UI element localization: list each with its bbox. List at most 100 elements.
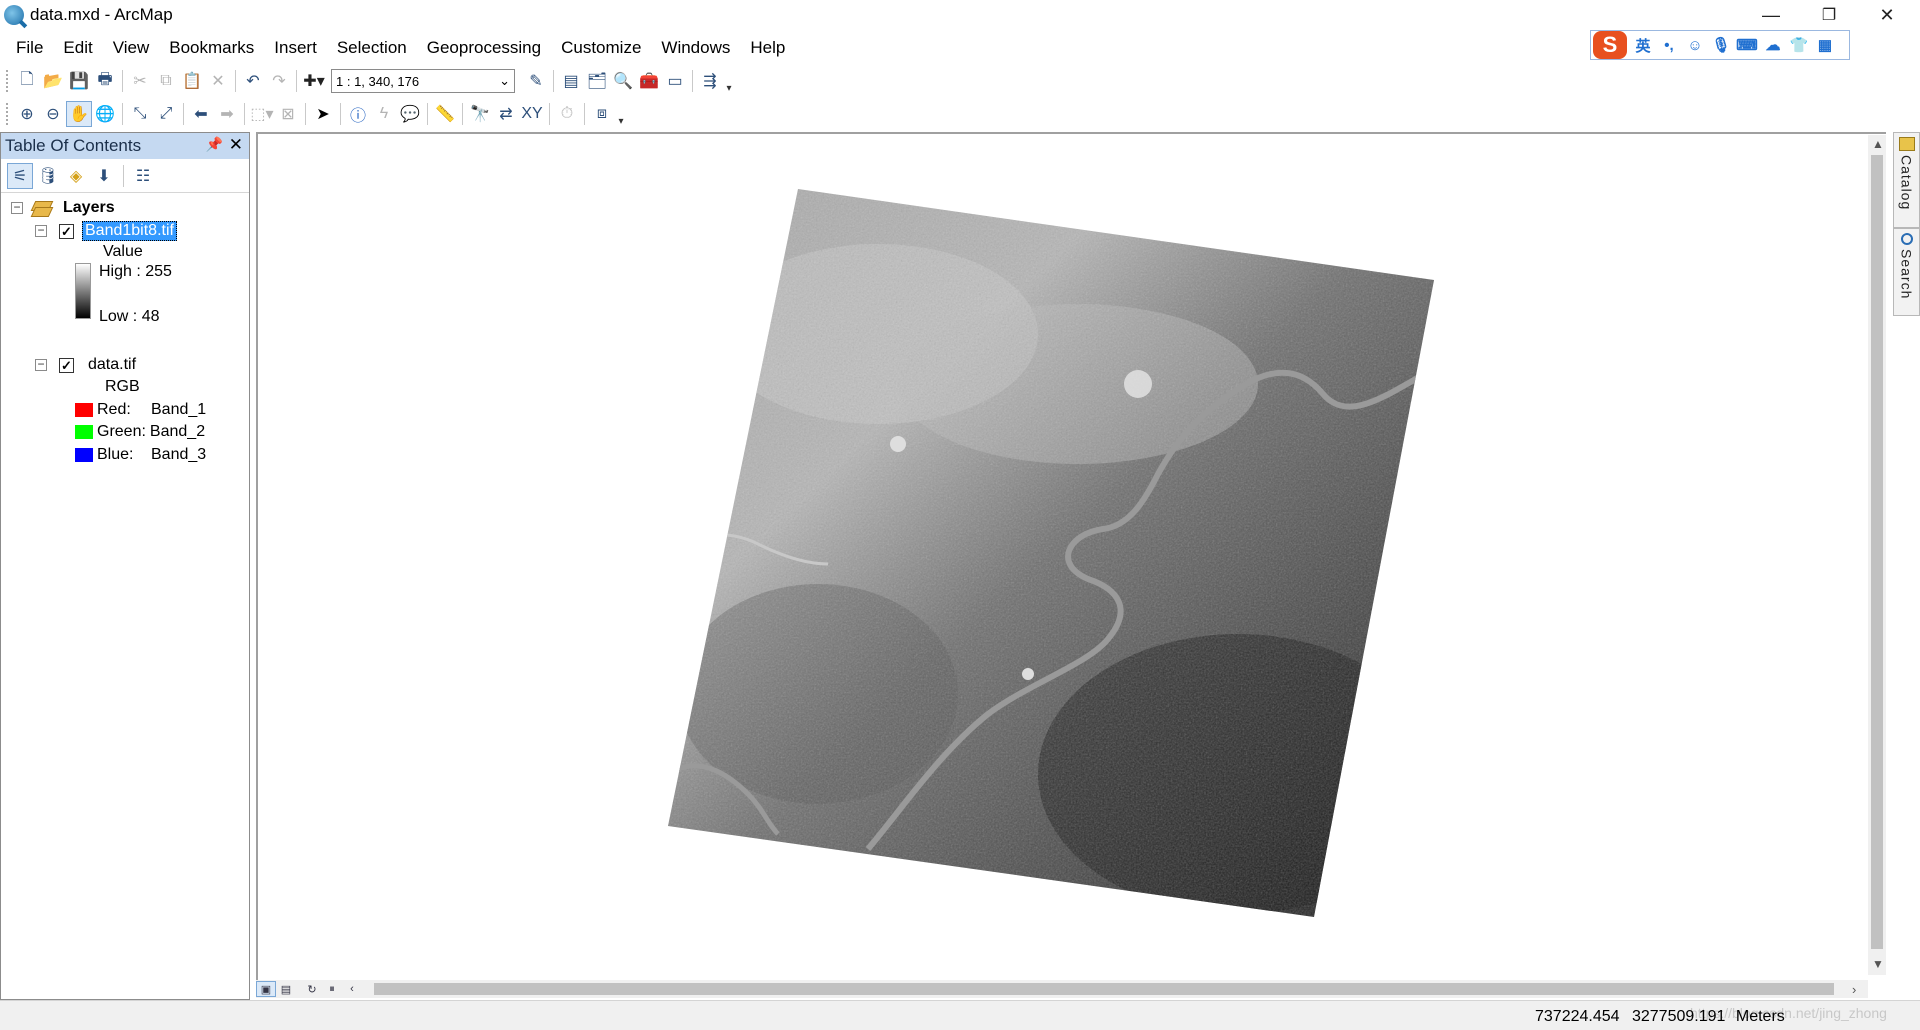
data-view-icon[interactable]: ▣ [256, 981, 276, 997]
menu-windows[interactable]: Windows [651, 34, 740, 62]
pan-hand-icon[interactable]: ✋ [66, 101, 92, 127]
html-popup-icon[interactable]: 💬 [397, 101, 423, 127]
paste-icon[interactable]: 📋 [179, 68, 205, 94]
grid-icon[interactable]: ▦ [1815, 35, 1835, 55]
scroll-right-icon[interactable]: › [1852, 982, 1856, 997]
menu-help[interactable]: Help [740, 34, 795, 62]
close-icon[interactable]: ✕ [229, 135, 243, 155]
menu-file[interactable]: File [6, 34, 53, 62]
horizontal-scroll-thumb[interactable] [374, 983, 1834, 995]
menu-bookmarks[interactable]: Bookmarks [159, 34, 264, 62]
menu-insert[interactable]: Insert [264, 34, 327, 62]
toolbar-grip[interactable] [6, 70, 10, 92]
add-data-icon[interactable]: ✚▾ [301, 68, 327, 94]
keyboard-icon[interactable]: ⌨ [1736, 35, 1758, 55]
delete-icon[interactable]: ✕ [205, 68, 231, 94]
toolbar-options-icon[interactable]: ▾ [615, 101, 627, 127]
microphone-icon[interactable]: 🎙 [1711, 35, 1731, 55]
menu-view[interactable]: View [103, 34, 160, 62]
layer-visibility-checkbox[interactable]: ✓ [59, 357, 74, 373]
pause-drawing-icon[interactable]: ⏸ [322, 981, 342, 997]
layer-visibility-checkbox[interactable]: ✓ [59, 223, 74, 239]
horizontal-scrollbar[interactable]: ▣ ▤ ↻ ⏸ ‹ › [256, 980, 1868, 998]
green-swatch [75, 425, 93, 439]
map-scale-dropdown[interactable]: 1 : 1, 340, 176 ⌄ [331, 69, 515, 93]
hyperlink-icon[interactable]: ϟ [371, 101, 397, 127]
list-by-visibility-icon[interactable]: ◈ [63, 163, 89, 189]
skin-icon[interactable]: ☁ [1763, 35, 1783, 55]
refresh-icon[interactable]: ↻ [302, 981, 322, 997]
find-route-icon[interactable]: ⇄ [493, 101, 519, 127]
new-document-icon[interactable]: 🗋 [14, 68, 40, 94]
menu-edit[interactable]: Edit [53, 34, 102, 62]
editor-toolbar-icon[interactable]: ✎ [523, 68, 549, 94]
identify-info-icon[interactable]: ⓘ [345, 101, 371, 127]
collapse-icon[interactable]: − [35, 224, 47, 237]
full-extent-globe-icon[interactable]: 🌐 [92, 101, 118, 127]
minimize-button[interactable]: — [1748, 0, 1794, 30]
save-icon[interactable]: 💾 [66, 68, 92, 94]
select-features-icon[interactable]: ⬚▾ [249, 101, 275, 127]
fixed-zoom-in-icon[interactable]: ⤡ [127, 101, 153, 127]
menu-customize[interactable]: Customize [551, 34, 651, 62]
fixed-zoom-out-icon[interactable]: ⤢ [153, 101, 179, 127]
zoom-out-icon[interactable]: ⊖ [40, 101, 66, 127]
list-by-selection-icon[interactable]: ⬇ [91, 163, 117, 189]
select-elements-arrow-icon[interactable]: ➤ [310, 101, 336, 127]
layer-band1bit8[interactable]: − ✓ Band1bit8.tif [35, 221, 177, 241]
copy-icon[interactable]: ⧉ [153, 68, 179, 94]
arctoolbox-icon[interactable]: 🧰 [636, 68, 662, 94]
raster-image [668, 189, 1434, 917]
scroll-up-icon[interactable]: ▲ [1872, 137, 1884, 151]
go-to-xy-icon[interactable]: XY [519, 101, 545, 127]
redo-icon[interactable]: ↷ [266, 68, 292, 94]
vertical-scroll-thumb[interactable] [1871, 155, 1883, 949]
list-by-source-icon[interactable]: 🛢 [35, 163, 61, 189]
time-slider-icon[interactable]: ⏱ [554, 101, 580, 127]
measure-icon[interactable]: 📏 [432, 101, 458, 127]
vertical-scrollbar[interactable]: ▲ ▼ [1868, 135, 1886, 975]
layers-root[interactable]: − Layers [11, 199, 115, 217]
options-icon[interactable]: ☷ [130, 163, 156, 189]
toolbar-options-icon[interactable]: ▾ [723, 68, 735, 94]
menu-geoprocessing[interactable]: Geoprocessing [417, 34, 551, 62]
undo-icon[interactable]: ↶ [240, 68, 266, 94]
map-display[interactable] [256, 132, 1886, 982]
layer-name[interactable]: Band1bit8.tif [82, 221, 177, 241]
sogou-logo-icon[interactable]: S [1593, 31, 1627, 59]
emoji-icon[interactable]: ☺ [1685, 35, 1705, 55]
layout-view-icon[interactable]: ▤ [276, 981, 296, 997]
list-by-drawing-order-icon[interactable]: ⚟ [7, 162, 33, 189]
close-button[interactable]: ✕ [1864, 0, 1910, 30]
python-window-icon[interactable]: ▭ [662, 68, 688, 94]
forward-arrow-icon[interactable]: ➡ [214, 101, 240, 127]
toolbar-grip[interactable] [6, 103, 10, 125]
layer-name[interactable]: data.tif [88, 356, 136, 374]
restore-button[interactable]: ❐ [1806, 0, 1852, 30]
scroll-down-icon[interactable]: ▼ [1872, 957, 1884, 971]
ime-language-toggle[interactable]: 英 [1633, 35, 1653, 55]
create-viewer-window-icon[interactable]: ⧈ [589, 101, 615, 127]
shirt-icon[interactable]: 👕 [1789, 35, 1809, 55]
scroll-left-icon[interactable]: ‹ [342, 981, 362, 997]
catalog-tab[interactable]: Catalog [1893, 132, 1920, 228]
clear-selection-icon[interactable]: ⊠ [275, 101, 301, 127]
search-window-icon[interactable]: 🔍 [610, 68, 636, 94]
cut-icon[interactable]: ✂ [127, 68, 153, 94]
pin-icon[interactable]: 📌 [206, 136, 223, 153]
search-tab[interactable]: Search [1893, 228, 1920, 316]
menu-selection[interactable]: Selection [327, 34, 417, 62]
punctuation-icon[interactable]: •, [1659, 35, 1679, 55]
modelbuilder-icon[interactable]: ⇶ [697, 68, 723, 94]
open-folder-icon[interactable]: 📂 [40, 68, 66, 94]
x-coordinate: 737224.454 [1535, 1008, 1620, 1025]
back-arrow-icon[interactable]: ⬅ [188, 101, 214, 127]
collapse-icon[interactable]: − [35, 358, 47, 371]
table-of-contents-window-icon[interactable]: ▤ [558, 68, 584, 94]
print-icon[interactable]: 🖶 [92, 68, 118, 94]
find-binoculars-icon[interactable]: 🔭 [467, 101, 493, 127]
zoom-in-icon[interactable]: ⊕ [14, 101, 40, 127]
layer-data-tif[interactable]: − ✓ data.tif [35, 356, 136, 374]
collapse-icon[interactable]: − [11, 201, 23, 214]
catalog-window-icon[interactable]: 🗂 [584, 68, 610, 94]
